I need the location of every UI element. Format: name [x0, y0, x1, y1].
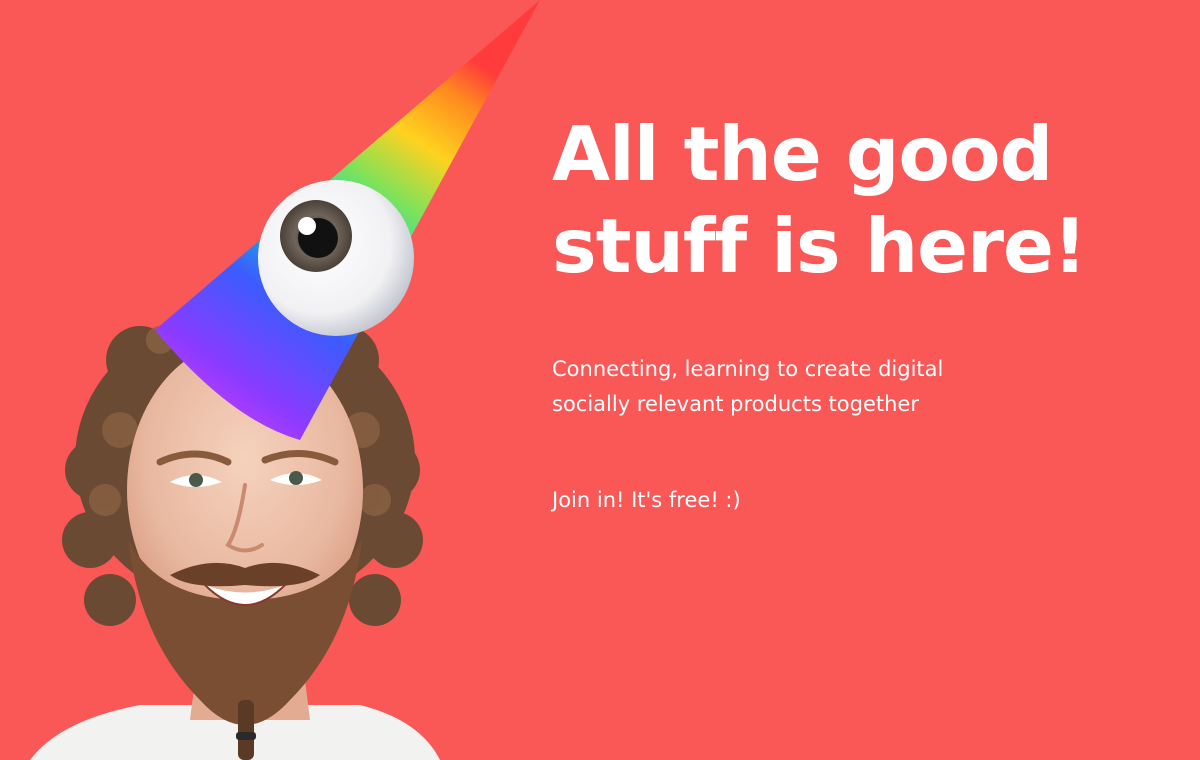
- subtitle-line-1: Connecting, learning to create digital: [552, 357, 944, 381]
- join-cta-link[interactable]: Join in! It's free! :): [552, 484, 741, 516]
- headline-line-1: All the good: [552, 110, 1053, 198]
- hero-headline: All the good stuff is here!: [552, 108, 1172, 292]
- headline-line-2: stuff is here!: [552, 202, 1087, 290]
- eyeball-icon: [258, 180, 414, 336]
- hero-illustration: [30, 0, 540, 760]
- subtitle-line-2: socially relevant products together: [552, 392, 919, 416]
- hero-subtitle: Connecting, learning to create digital s…: [552, 352, 1072, 422]
- hero-section: All the good stuff is here! Connecting, …: [0, 0, 1200, 760]
